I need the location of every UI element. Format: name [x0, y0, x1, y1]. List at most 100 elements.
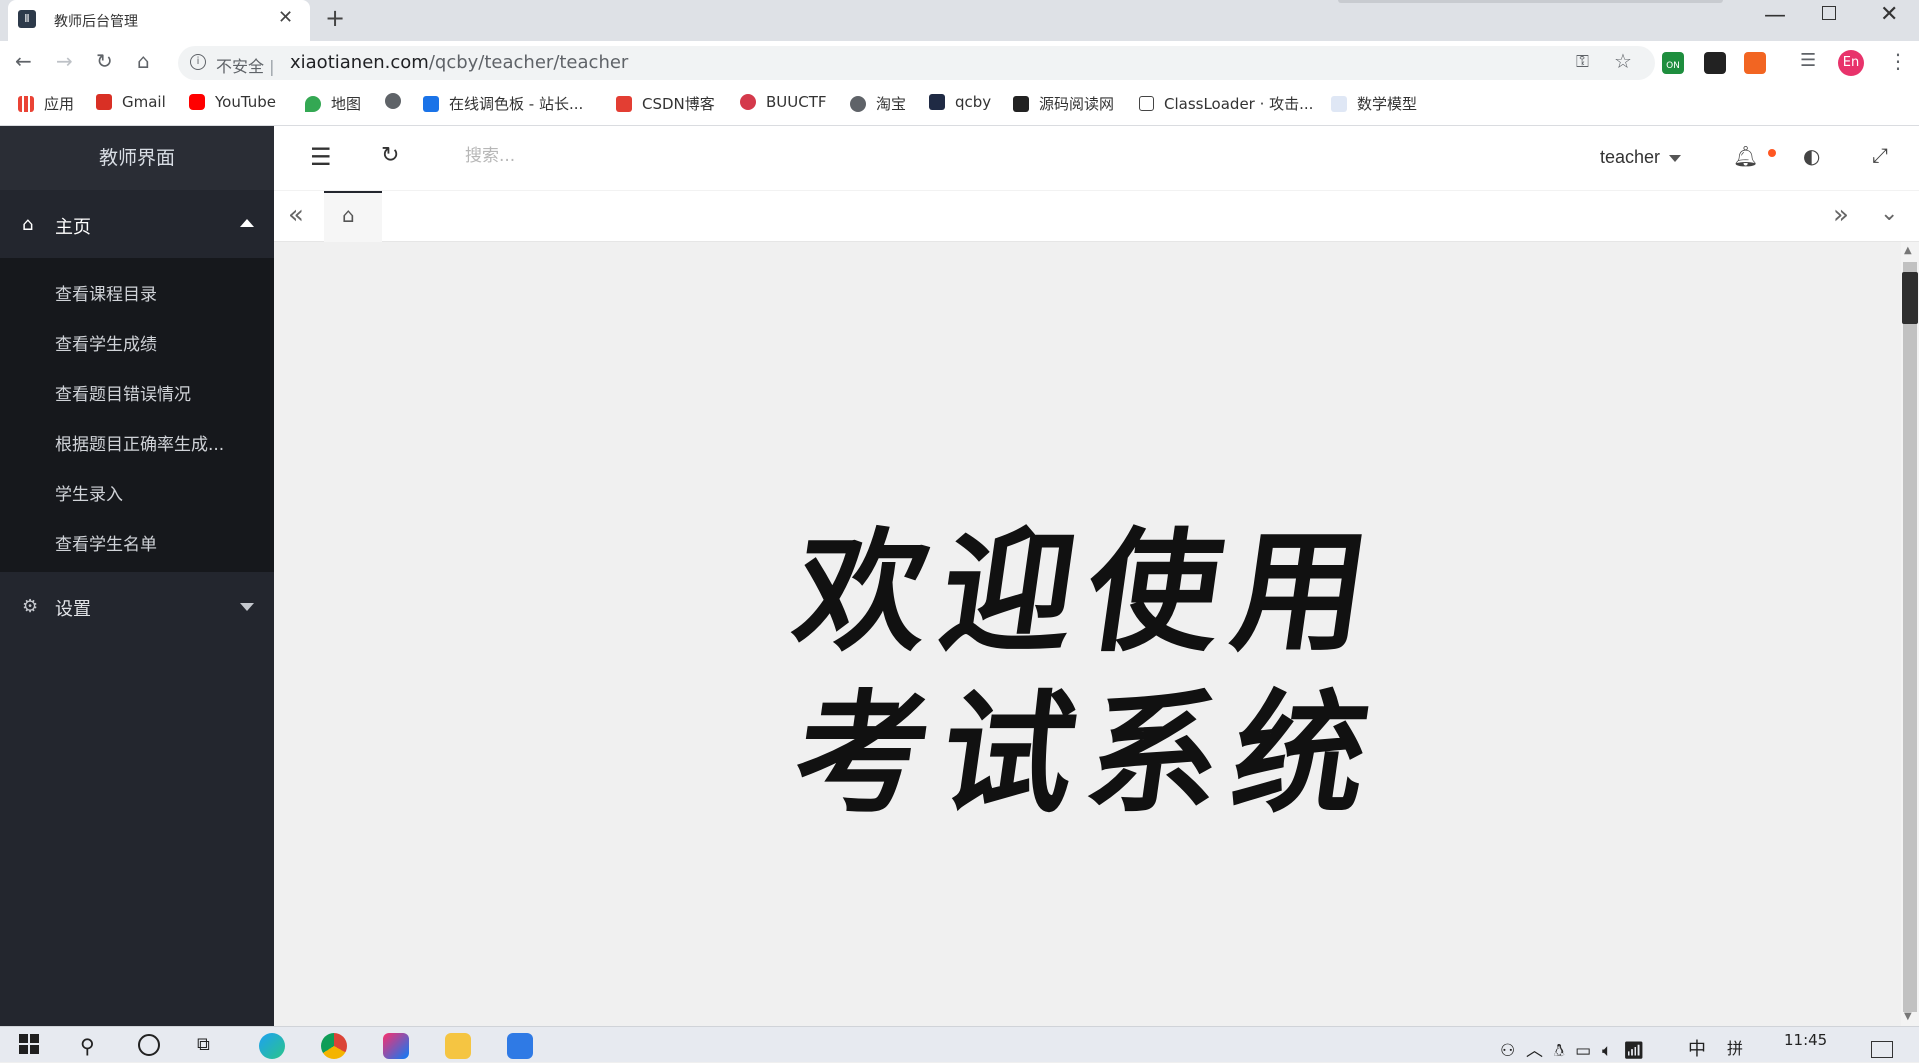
sidebar-item-settings[interactable] [0, 572, 274, 642]
window-edge [1338, 0, 1723, 3]
youtube-icon [189, 94, 205, 110]
forward-arrow-icon[interactable]: → [56, 49, 73, 73]
tab-scroll-left-icon[interactable]: « [288, 200, 304, 230]
tab-scroll-right-icon[interactable]: » [1833, 200, 1849, 230]
house-icon: ⌂ [22, 214, 34, 235]
scrollbar-thumb[interactable] [1903, 262, 1917, 1012]
gear-icon: ⚙ [22, 596, 39, 617]
page-tab-bar [274, 191, 1919, 242]
palette-icon [423, 95, 439, 112]
palette-theme-icon[interactable]: ◐ [1803, 144, 1820, 168]
notification-center-icon[interactable] [1871, 1041, 1893, 1058]
scroll-up-arrow-icon[interactable]: ▲ [1904, 245, 1912, 256]
browser-menu-icon[interactable]: ⋮ [1888, 49, 1908, 73]
security-indicator: 不安全 | [216, 57, 275, 76]
sidebar-submenu [0, 258, 274, 572]
url-text[interactable]: xiaotianen.com/qcby/teacher/teacher [290, 52, 628, 73]
qcby-icon [929, 94, 945, 110]
home-tab-icon: ⌂ [342, 203, 355, 227]
extension-translate-icon[interactable] [1744, 52, 1766, 74]
bookmark-csdn[interactable]: CSDN博客 [616, 93, 715, 114]
bookmark-globe[interactable] [385, 93, 411, 109]
bookmark-star-icon[interactable]: ☆ [1614, 49, 1632, 73]
chrome-browser-icon[interactable] [321, 1033, 347, 1059]
bookmark-youtube[interactable]: YouTube [189, 93, 276, 111]
intellij-idea-icon[interactable] [383, 1033, 409, 1059]
buuctf-icon [740, 94, 756, 110]
file-explorer-icon[interactable] [445, 1033, 471, 1059]
page-icon [1331, 95, 1347, 112]
bookmark-maps[interactable]: 地图 [305, 93, 361, 114]
window-maximize-icon[interactable] [1822, 6, 1836, 20]
tab-close-icon[interactable]: ✕ [278, 7, 293, 28]
reading-list-icon[interactable]: ☰ [1800, 50, 1816, 71]
source-icon [1013, 95, 1029, 112]
sidebar-item-home-label: 主页 [55, 217, 91, 238]
bookmark-apps[interactable]: 应用 [18, 93, 74, 114]
sidebar-item-student-scores[interactable]: 查看学生成绩 [55, 330, 157, 355]
gmail-icon [96, 94, 112, 110]
sidebar-item-question-errors[interactable]: 查看题目错误情况 [55, 380, 191, 405]
window-close-icon[interactable]: ✕ [1880, 2, 1898, 27]
scroll-down-arrow-icon[interactable]: ▼ [1904, 1011, 1912, 1022]
tab-favicon-icon: Ⅱ [18, 10, 36, 28]
sidebar-item-student-list[interactable]: 查看学生名单 [55, 530, 157, 555]
edge-browser-icon[interactable] [259, 1033, 285, 1059]
fullscreen-icon[interactable]: ⤢ [1872, 143, 1888, 167]
back-arrow-icon[interactable]: ← [15, 49, 32, 73]
bookmark-buuctf[interactable]: BUUCTF [740, 93, 827, 111]
url-host: xiaotianen.com [290, 52, 429, 73]
book-icon [1139, 96, 1154, 111]
url-path: /qcby/teacher/teacher [428, 52, 629, 73]
welcome-heading-line2: 考试系统 [785, 677, 1392, 832]
input-language-indicator[interactable]: 中 [1688, 1035, 1706, 1061]
bookmark-gmail[interactable]: Gmail [96, 93, 166, 111]
caret-down-icon [240, 603, 254, 611]
caret-up-icon [240, 219, 254, 227]
sidebar-item-course-catalog[interactable]: 查看课程目录 [55, 280, 157, 305]
taskbar-search-icon[interactable]: ⚲ [80, 1034, 95, 1058]
globe-icon [850, 95, 866, 112]
collapse-menu-icon[interactable]: ☰ [310, 143, 332, 171]
task-view-icon[interactable]: ⧉ [197, 1034, 210, 1055]
extension-on-icon[interactable]: ON [1662, 52, 1684, 74]
notification-dot [1768, 149, 1776, 157]
maps-pin-icon [305, 95, 321, 112]
user-caret-down-icon[interactable] [1669, 155, 1681, 162]
bookmark-palette[interactable]: 在线调色板 - 站长... [423, 93, 583, 114]
apps-grid-icon [18, 95, 34, 112]
sidebar-title: 教师界面 [0, 126, 274, 190]
new-tab-plus-icon[interactable]: + [325, 4, 345, 32]
bookmark-taobao[interactable]: 淘宝 [850, 93, 906, 114]
bookmark-qcby[interactable]: qcby [929, 93, 991, 111]
search-input[interactable] [463, 145, 687, 167]
site-info-icon[interactable]: i [190, 54, 206, 70]
password-key-icon[interactable]: ⚿ [1576, 52, 1589, 72]
cortana-circle-icon[interactable] [138, 1034, 160, 1056]
sidebar-item-home[interactable] [0, 192, 274, 258]
user-menu-name[interactable]: teacher [1600, 147, 1660, 168]
globe-icon [385, 93, 401, 109]
csdn-icon [616, 95, 632, 112]
system-tray-icons[interactable]: ⚇ ︿ 🐧︎ ▭ 🔈︎ 📶︎ [1500, 1036, 1645, 1063]
home-icon[interactable]: ⌂ [137, 49, 150, 73]
extension-glasses-icon[interactable] [1704, 52, 1726, 74]
reload-icon[interactable]: ↻ [96, 49, 113, 73]
ime-mode-indicator[interactable]: 拼 [1727, 1035, 1743, 1059]
bookmark-math-model[interactable]: 数学模型 [1331, 93, 1417, 114]
bookmark-classloader[interactable]: ClassLoader · 攻击... [1139, 93, 1313, 114]
tab-title: 教师后台管理 [54, 14, 138, 30]
windows-start-icon[interactable] [19, 1034, 39, 1054]
sidebar-item-student-entry[interactable]: 学生录入 [55, 480, 123, 505]
profile-avatar[interactable]: En [1838, 50, 1864, 76]
scroll-indicator [1902, 272, 1918, 324]
sidebar-item-settings-label: 设置 [55, 599, 91, 620]
clock-time[interactable]: 11:45 [1784, 1031, 1827, 1049]
tab-options-chevron-icon[interactable]: ⌄ [1880, 201, 1898, 226]
taskbar-app-icon[interactable] [507, 1033, 533, 1059]
refresh-icon[interactable]: ↻ [381, 143, 399, 168]
bookmark-source[interactable]: 源码阅读网 [1013, 93, 1114, 114]
sidebar-item-generate-by-accuracy[interactable]: 根据题目正确率生成... [55, 430, 224, 455]
bell-icon[interactable]: 🔔︎ [1733, 144, 1758, 168]
window-minimize-icon[interactable]: — [1764, 3, 1786, 28]
